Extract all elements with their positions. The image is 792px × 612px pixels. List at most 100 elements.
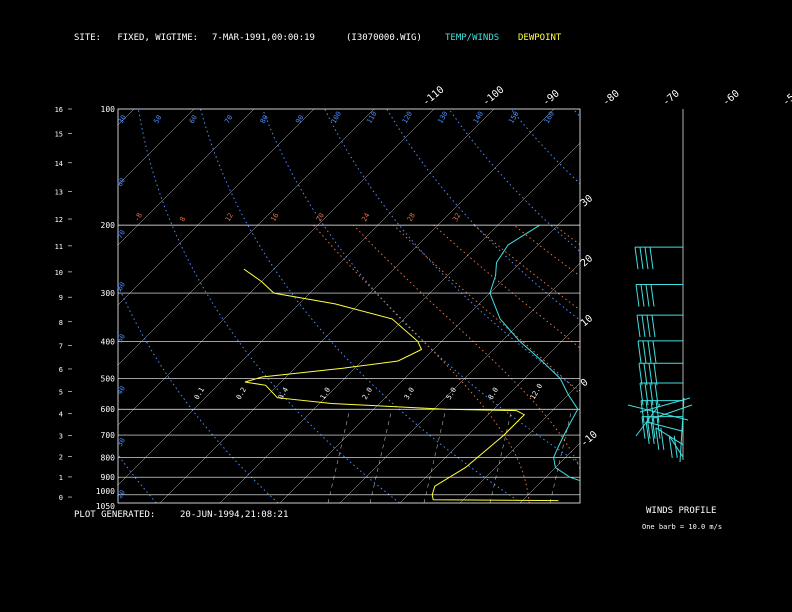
right-temp-label: -10 [579,429,600,449]
moist-adiabat [594,225,792,503]
isotherm-line [579,502,580,503]
isotherm-line [118,109,375,366]
dry-adiabat-label: 70 [223,114,234,125]
moist-adiabat-label: 8 [178,215,187,223]
pressure-label: 700 [101,431,116,440]
wind-barb-feather [637,340,642,363]
dry-adiabat-left-label: 60 [116,281,127,292]
height-label: 8 [59,319,63,327]
pressure-label: 600 [101,405,116,414]
wind-barb-feather [653,363,658,386]
height-label: 13 [55,188,63,196]
wind-barb-feather [638,363,643,386]
height-label: 10 [55,269,63,277]
wind-barb-feather [645,284,650,307]
top-temp-label: -90 [541,88,562,108]
height-label: 16 [55,106,63,114]
pressure-label: 800 [101,453,116,462]
height-label: 6 [59,366,63,374]
moist-adiabat-label: -8 [133,212,144,223]
mixing-ratio-line [748,409,770,503]
isotherm-line [118,109,435,426]
moist-adiabats [313,224,792,503]
wind-barb-feather [648,363,653,386]
isotherm-line [0,109,74,503]
dry-adiabat-label: 90 [294,114,305,125]
isotherm-line [118,109,255,246]
dry-adiabat-left-label: 40 [116,385,127,396]
top-temp-label: -100 [481,84,507,108]
moist-adiabat [553,224,580,246]
mixing-ratio-line [423,409,447,503]
right-temp-label: 20 [579,253,595,269]
dry-adiabat [0,109,35,503]
dry-adiabat-left-label: 50 [116,333,127,344]
mixing-ratio-line [327,409,351,503]
skew-t-chart: 1002003004005006007008009001000105001234… [0,84,792,511]
dry-adiabat [635,109,792,503]
dry-adiabat [448,109,580,253]
moist-adiabat-label: 24 [360,212,371,223]
wind-barb-feather [643,363,648,386]
wind-barb-feather [636,315,641,338]
moist-adiabat-label: 20 [315,212,326,223]
pressure-label: 100 [101,105,116,114]
dry-adiabat-label: 160 [543,110,556,125]
wind-barb-feather [635,284,640,307]
dry-adiabat-left-label: 70 [116,229,127,240]
pressure-label: 300 [101,289,116,298]
dry-adiabat-label: 80 [259,114,270,125]
wind-barb-feather [644,247,649,270]
dry-adiabat-label: 50 [152,114,163,125]
isotherm-line [219,142,580,503]
dry-adiabat [324,109,580,392]
dry-adiabat-label: 130 [436,110,449,125]
pressure-label: 1000 [96,487,115,496]
mixing-ratio-label: 5.0 [445,386,458,401]
isotherm-line [279,202,580,503]
moist-adiabat [393,224,580,395]
height-label: 3 [59,432,63,440]
right-temp-label: 0 [579,377,591,389]
height-label: 12 [55,216,63,224]
height-label: 5 [59,389,63,397]
wind-barb-feather [647,340,652,363]
dry-adiabat [200,109,522,503]
dry-adiabat-label: 100 [330,110,343,125]
isotherm-line [118,109,495,486]
mixing-ratio-line [489,409,513,503]
wind-barb-feather [642,340,647,363]
pressure-label: 200 [101,221,116,230]
isotherm-line [0,109,14,503]
height-label: 1 [59,474,63,482]
wind-barb-feather [645,421,650,444]
mixing-ratio-line [592,409,614,503]
wind-barb-feather [639,247,644,270]
height-label: 2 [59,453,63,461]
right-temp-label: 10 [579,313,595,329]
mixing-ratio-label: 0.2 [235,386,248,401]
top-temp-label: -50 [781,88,792,108]
height-label: 15 [55,130,63,138]
dewpoint-line [243,268,559,502]
mixing-ratio-line [369,409,393,503]
top-temp-label: -60 [721,88,742,108]
isotherm-line [118,109,135,126]
mixing-ratio-line [646,409,668,503]
isotherm-line [760,109,792,503]
wind-barb-feather [649,247,654,270]
isotherm-line [118,109,195,186]
isobars [117,108,581,504]
pressure-label: 500 [101,375,116,384]
mixing-ratio-label: 12.0 [529,382,544,401]
isotherm-line [118,109,315,306]
dry-adiabat-label: 120 [401,110,414,125]
right-temp-label: 30 [579,193,595,209]
pressure-label: 400 [101,337,116,346]
height-label: 11 [55,243,63,251]
dry-adiabat-left-label: 30 [116,437,127,448]
isotherm-line [459,382,580,503]
height-label: 9 [59,294,63,302]
dry-adiabat-label: 140 [472,110,485,125]
mixing-ratio-lines [327,409,770,503]
